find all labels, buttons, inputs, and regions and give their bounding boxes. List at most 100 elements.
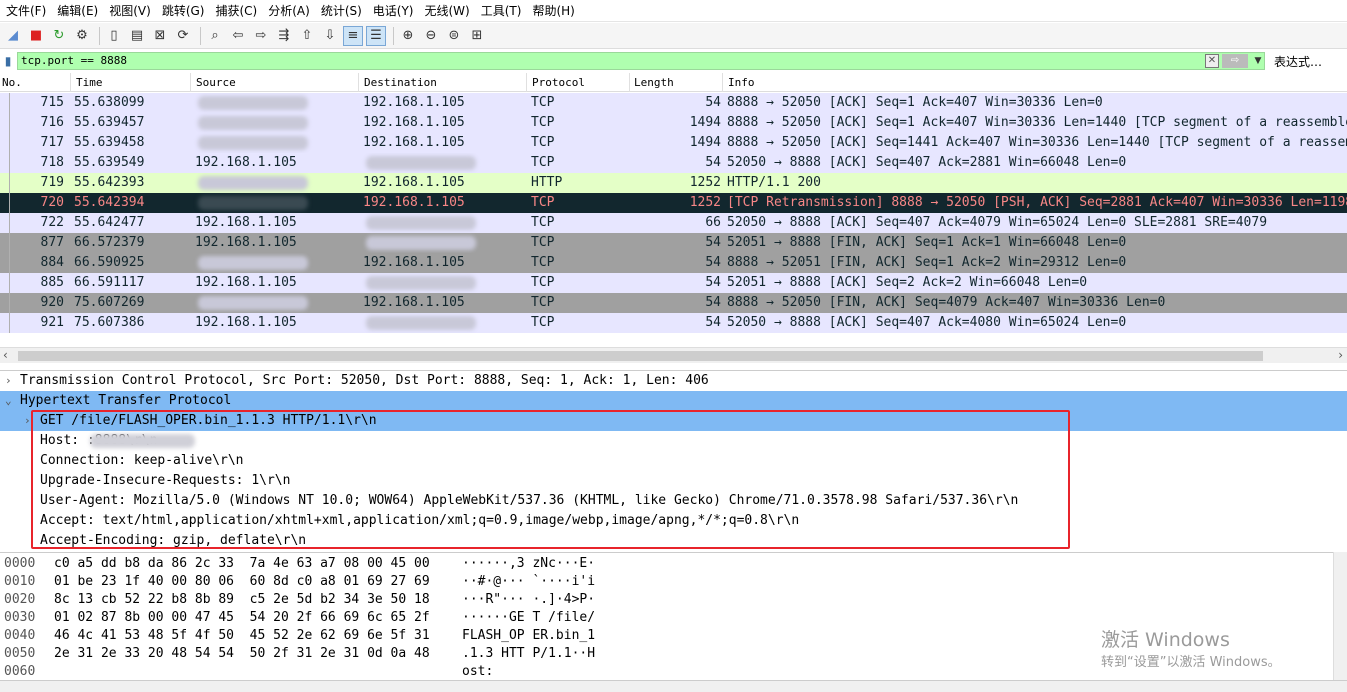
cell-no: 877 [40, 235, 64, 250]
column-header-destination[interactable]: Destination [364, 76, 437, 89]
bytes-asc: .1.3 HTT P/1.1··H [462, 646, 596, 661]
apply-filter-icon[interactable]: ⇨ [1222, 54, 1248, 68]
cell-info: 8888 → 52050 [ACK] Seq=1441 Ack=407 Win=… [727, 135, 1347, 150]
bytes-vertical-scrollbar[interactable] [1333, 552, 1347, 680]
shark-fin-icon[interactable]: ◢ [3, 26, 23, 46]
http-header-line[interactable]: › GET /file/FLASH_OPER.bin_1.1.3 HTTP/1.1… [0, 411, 1347, 431]
display-filter-input[interactable]: tcp.port == 8888 [17, 52, 1265, 70]
tree-item-tcp[interactable]: › Transmission Control Protocol, Src Por… [0, 371, 1347, 391]
bytes-row[interactable]: 0000 c0 a5 dd b8 da 86 2c 33 7a 4e 63 a7 … [0, 555, 1347, 573]
clear-filter-icon[interactable]: ✕ [1205, 54, 1219, 68]
menu-item-9[interactable]: 工具(T) [479, 2, 531, 19]
go-to-packet-icon[interactable]: ⇶ [274, 26, 294, 46]
cell-no: 722 [40, 215, 64, 230]
collapse-chevron-down-icon[interactable]: ⌄ [5, 391, 12, 411]
menu-item-1[interactable]: 编辑(E) [55, 2, 107, 19]
bytes-hex: 01 02 87 8b 00 00 47 45 54 20 2f 66 69 6… [54, 610, 430, 625]
options-gear-icon[interactable]: ⚙ [72, 26, 92, 46]
menu-item-6[interactable]: 统计(S) [319, 2, 371, 19]
menu-item-8[interactable]: 无线(W) [423, 2, 479, 19]
zoom-out-icon[interactable]: ⊖ [421, 26, 441, 46]
cell-time: 75.607269 [74, 295, 145, 310]
http-header-line[interactable]: Accept-Encoding: gzip, deflate\r\n [0, 531, 1347, 550]
menu-item-4[interactable]: 捕获(C) [213, 2, 266, 19]
tree-item-http[interactable]: ⌄ Hypertext Transfer Protocol [0, 391, 1347, 411]
cell-proto: TCP [531, 255, 555, 270]
last-packet-icon[interactable]: ⇩ [320, 26, 340, 46]
cell-dst: 192.168.1.105 [363, 295, 465, 310]
packet-row[interactable]: 885 66.591117 192.168.1.105 TCP 54 52051 → 88… [0, 273, 1347, 293]
packet-list-header: No. Time Source Destination Protocol Len… [0, 73, 1347, 92]
back-arrow-icon[interactable]: ⇦ [228, 26, 248, 46]
packet-row[interactable]: 719 55.642393 192.168.1.105 HTTP 1252 HTTP/1.… [0, 173, 1347, 193]
cell-no: 885 [40, 275, 64, 290]
filter-history-chevron-down-icon[interactable]: ▼ [1252, 54, 1264, 68]
expand-chevron-right-icon[interactable]: › [5, 371, 12, 391]
first-packet-icon[interactable]: ⇧ [297, 26, 317, 46]
column-header-no[interactable]: No. [2, 76, 22, 89]
packet-row[interactable]: 877 66.572379 192.168.1.105 TCP 54 52051 → 88… [0, 233, 1347, 253]
save-file-icon[interactable]: ▤ [127, 26, 147, 46]
find-icon[interactable]: ⌕ [205, 26, 225, 46]
bytes-row[interactable]: 0020 8c 13 cb 52 22 b8 8b 89 c5 2e 5d b2 … [0, 591, 1347, 609]
packet-row[interactable]: 717 55.639458 192.168.1.105 TCP 1494 8888 → 5… [0, 133, 1347, 153]
cell-src: 192.168.1.105 [195, 235, 297, 250]
http-header-line[interactable]: Upgrade-Insecure-Requests: 1\r\n [0, 471, 1347, 491]
cell-info: HTTP/1.1 200 [727, 175, 821, 190]
http-header-line[interactable]: Accept: text/html,application/xhtml+xml,… [0, 511, 1347, 531]
menu-item-2[interactable]: 视图(V) [107, 2, 160, 19]
colorize-icon[interactable]: ☰ [366, 25, 386, 46]
zoom-in-icon[interactable]: ⊕ [398, 26, 418, 46]
filter-bookmark-icon[interactable]: ▮ [0, 52, 16, 70]
http-header-line[interactable]: Host: :8888\r\n [0, 431, 1347, 451]
expression-button[interactable]: 表达式… [1274, 53, 1322, 70]
cell-proto: TCP [531, 315, 555, 330]
cell-len: 54 [705, 235, 721, 250]
menu-item-7[interactable]: 电话(Y) [371, 2, 423, 19]
packet-row[interactable]: 716 55.639457 192.168.1.105 TCP 1494 8888 → 5… [0, 113, 1347, 133]
restart-icon[interactable]: ↻ [49, 26, 69, 46]
cell-len: 1252 [689, 175, 721, 190]
menu-item-3[interactable]: 跳转(G) [160, 2, 214, 19]
scroll-right-icon[interactable]: › [1338, 348, 1343, 362]
cell-len: 54 [705, 275, 721, 290]
packet-row[interactable]: 715 55.638099 192.168.1.105 TCP 54 8888 → 520… [0, 93, 1347, 113]
menu-item-0[interactable]: 文件(F) [4, 2, 55, 19]
packet-list-horizontal-scrollbar[interactable]: ‹ › [0, 347, 1347, 363]
packet-row[interactable]: 920 75.607269 192.168.1.105 TCP 54 8888 → 520… [0, 293, 1347, 313]
column-header-source[interactable]: Source [196, 76, 236, 89]
stop-icon[interactable]: ■ [26, 26, 46, 46]
scrollbar-thumb[interactable] [18, 351, 1263, 361]
packet-row[interactable]: 722 55.642477 192.168.1.105 TCP 66 52050 → 88… [0, 213, 1347, 233]
scroll-left-icon[interactable]: ‹ [3, 348, 8, 362]
cell-no: 715 [40, 95, 64, 110]
forward-arrow-icon[interactable]: ⇨ [251, 26, 271, 46]
cell-dst: 192.168.1.105 [363, 135, 465, 150]
cell-dst: 192.168.1.105 [363, 95, 465, 110]
reload-icon[interactable]: ⟳ [173, 26, 193, 46]
packet-row[interactable]: 718 55.639549 192.168.1.105 TCP 54 52050 → 88… [0, 153, 1347, 173]
packet-row[interactable]: 884 66.590925 192.168.1.105 TCP 54 8888 → 520… [0, 253, 1347, 273]
open-file-icon[interactable]: ▯ [104, 26, 124, 46]
http-header-line[interactable]: Connection: keep-alive\r\n [0, 451, 1347, 471]
normal-size-icon[interactable]: ⊜ [444, 26, 464, 46]
cell-proto: TCP [531, 95, 555, 110]
column-header-time[interactable]: Time [76, 76, 103, 89]
column-header-protocol[interactable]: Protocol [532, 76, 585, 89]
menu-item-10[interactable]: 帮助(H) [530, 2, 583, 19]
resize-columns-icon[interactable]: ⊞ [467, 26, 487, 46]
http-header-text: Connection: keep-alive\r\n [40, 453, 244, 468]
menu-item-5[interactable]: 分析(A) [266, 2, 319, 19]
http-header-line[interactable]: User-Agent: Mozilla/5.0 (Windows NT 10.0… [0, 491, 1347, 511]
autoscroll-icon[interactable]: ≡ [343, 25, 363, 46]
cell-info: 8888 → 52050 [ACK] Seq=1 Ack=407 Win=303… [727, 95, 1103, 110]
redacted-source [198, 296, 308, 310]
column-header-length[interactable]: Length [634, 76, 674, 89]
cell-len: 1252 [689, 195, 721, 210]
bytes-row[interactable]: 0010 01 be 23 1f 40 00 80 06 60 8d c0 a8 … [0, 573, 1347, 591]
close-file-icon[interactable]: ⊠ [150, 26, 170, 46]
packet-row[interactable]: 720 55.642394 192.168.1.105 TCP 1252 [TCP Ret… [0, 193, 1347, 213]
expand-chevron-right-icon[interactable]: › [24, 411, 31, 431]
packet-row[interactable]: 921 75.607386 192.168.1.105 TCP 54 52050 → 88… [0, 313, 1347, 333]
column-header-info[interactable]: Info [728, 76, 755, 89]
